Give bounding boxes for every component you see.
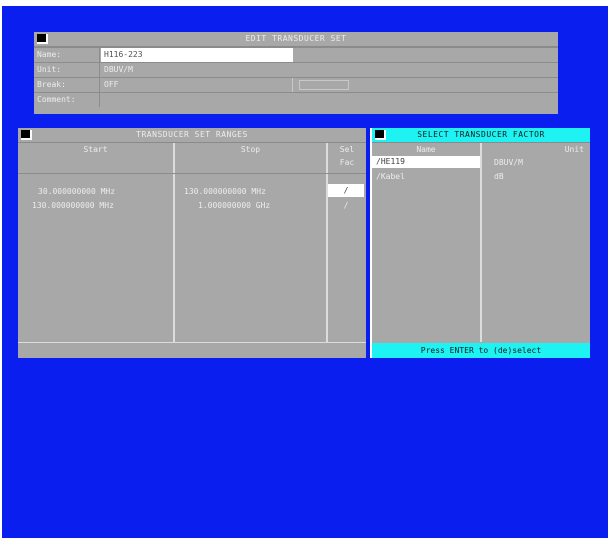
comment-label: Comment: xyxy=(34,93,100,107)
transducer-set-ranges-panel: TRANSDUCER SET RANGES Start Stop Sel Fac… xyxy=(18,128,366,358)
factor-unit-cell: DBUV/M xyxy=(494,158,523,167)
fac-column-header[interactable]: Fac xyxy=(328,156,366,170)
comment-row: Comment: xyxy=(34,92,558,115)
stop-cell: 1.000000000 GHz xyxy=(198,201,271,210)
select-transducer-factor-panel: SELECT TRANSDUCER FACTOR Name Unit /HE11… xyxy=(370,128,590,358)
ranges-titlebar: TRANSDUCER SET RANGES xyxy=(18,128,366,143)
comment-field[interactable] xyxy=(101,93,558,107)
column-separator xyxy=(480,143,482,342)
stop-column-header[interactable]: Stop xyxy=(175,143,326,157)
factor-footer: Press ENTER to (de)select xyxy=(372,343,590,358)
factor-name-selected[interactable]: /HE119 xyxy=(372,156,480,168)
sel-column-header[interactable]: Sel xyxy=(328,143,366,157)
name-row: Name: H116-223 xyxy=(34,47,558,62)
sel-mark: / xyxy=(343,201,349,210)
edit-transducer-set-titlebar: EDIT TRANSDUCER SET xyxy=(34,32,558,47)
window-menu-icon[interactable] xyxy=(375,130,386,140)
unit-column-header[interactable]: Unit xyxy=(482,144,590,155)
unit-row: Unit: DBUV/M xyxy=(34,62,558,77)
unit-label: Unit: xyxy=(34,63,100,77)
factor-unit-cell: dB xyxy=(494,172,504,181)
name-field[interactable]: H116-223 xyxy=(101,48,293,62)
analyzer-screen: EDIT TRANSDUCER SET Name: H116-223 Unit:… xyxy=(2,6,608,538)
break-aux-box xyxy=(299,80,349,90)
factor-title: SELECT TRANSDUCER FACTOR xyxy=(417,130,545,139)
start-column-header[interactable]: Start xyxy=(18,143,173,157)
unit-field[interactable]: DBUV/M xyxy=(101,63,558,77)
factor-name-cell: /HE119 xyxy=(376,157,405,166)
footer-divider xyxy=(18,342,366,343)
window-menu-icon[interactable] xyxy=(21,130,32,140)
sel-mark: / xyxy=(343,186,349,195)
factor-footer-text: Press ENTER to (de)select xyxy=(420,346,542,355)
break-field[interactable]: OFF xyxy=(101,78,293,92)
ranges-title: TRANSDUCER SET RANGES xyxy=(136,130,248,139)
edit-transducer-set-panel: EDIT TRANSDUCER SET Name: H116-223 Unit:… xyxy=(34,32,558,114)
start-cell: 30.000000000 MHz xyxy=(38,187,116,196)
header-divider xyxy=(18,173,366,174)
break-row: Break: OFF xyxy=(34,77,558,92)
name-column-header[interactable]: Name xyxy=(372,144,480,155)
break-label: Break: xyxy=(34,78,100,92)
factor-titlebar: SELECT TRANSDUCER FACTOR xyxy=(372,128,590,143)
stop-cell: 130.000000000 MHz xyxy=(184,187,266,196)
edit-transducer-set-title: EDIT TRANSDUCER SET xyxy=(245,34,347,43)
selected-cell[interactable]: / xyxy=(328,184,364,197)
start-cell: 130.000000000 MHz xyxy=(32,201,114,210)
window-menu-icon[interactable] xyxy=(37,34,48,44)
name-label: Name: xyxy=(34,48,100,62)
factor-name-cell: /Kabel xyxy=(376,172,405,181)
